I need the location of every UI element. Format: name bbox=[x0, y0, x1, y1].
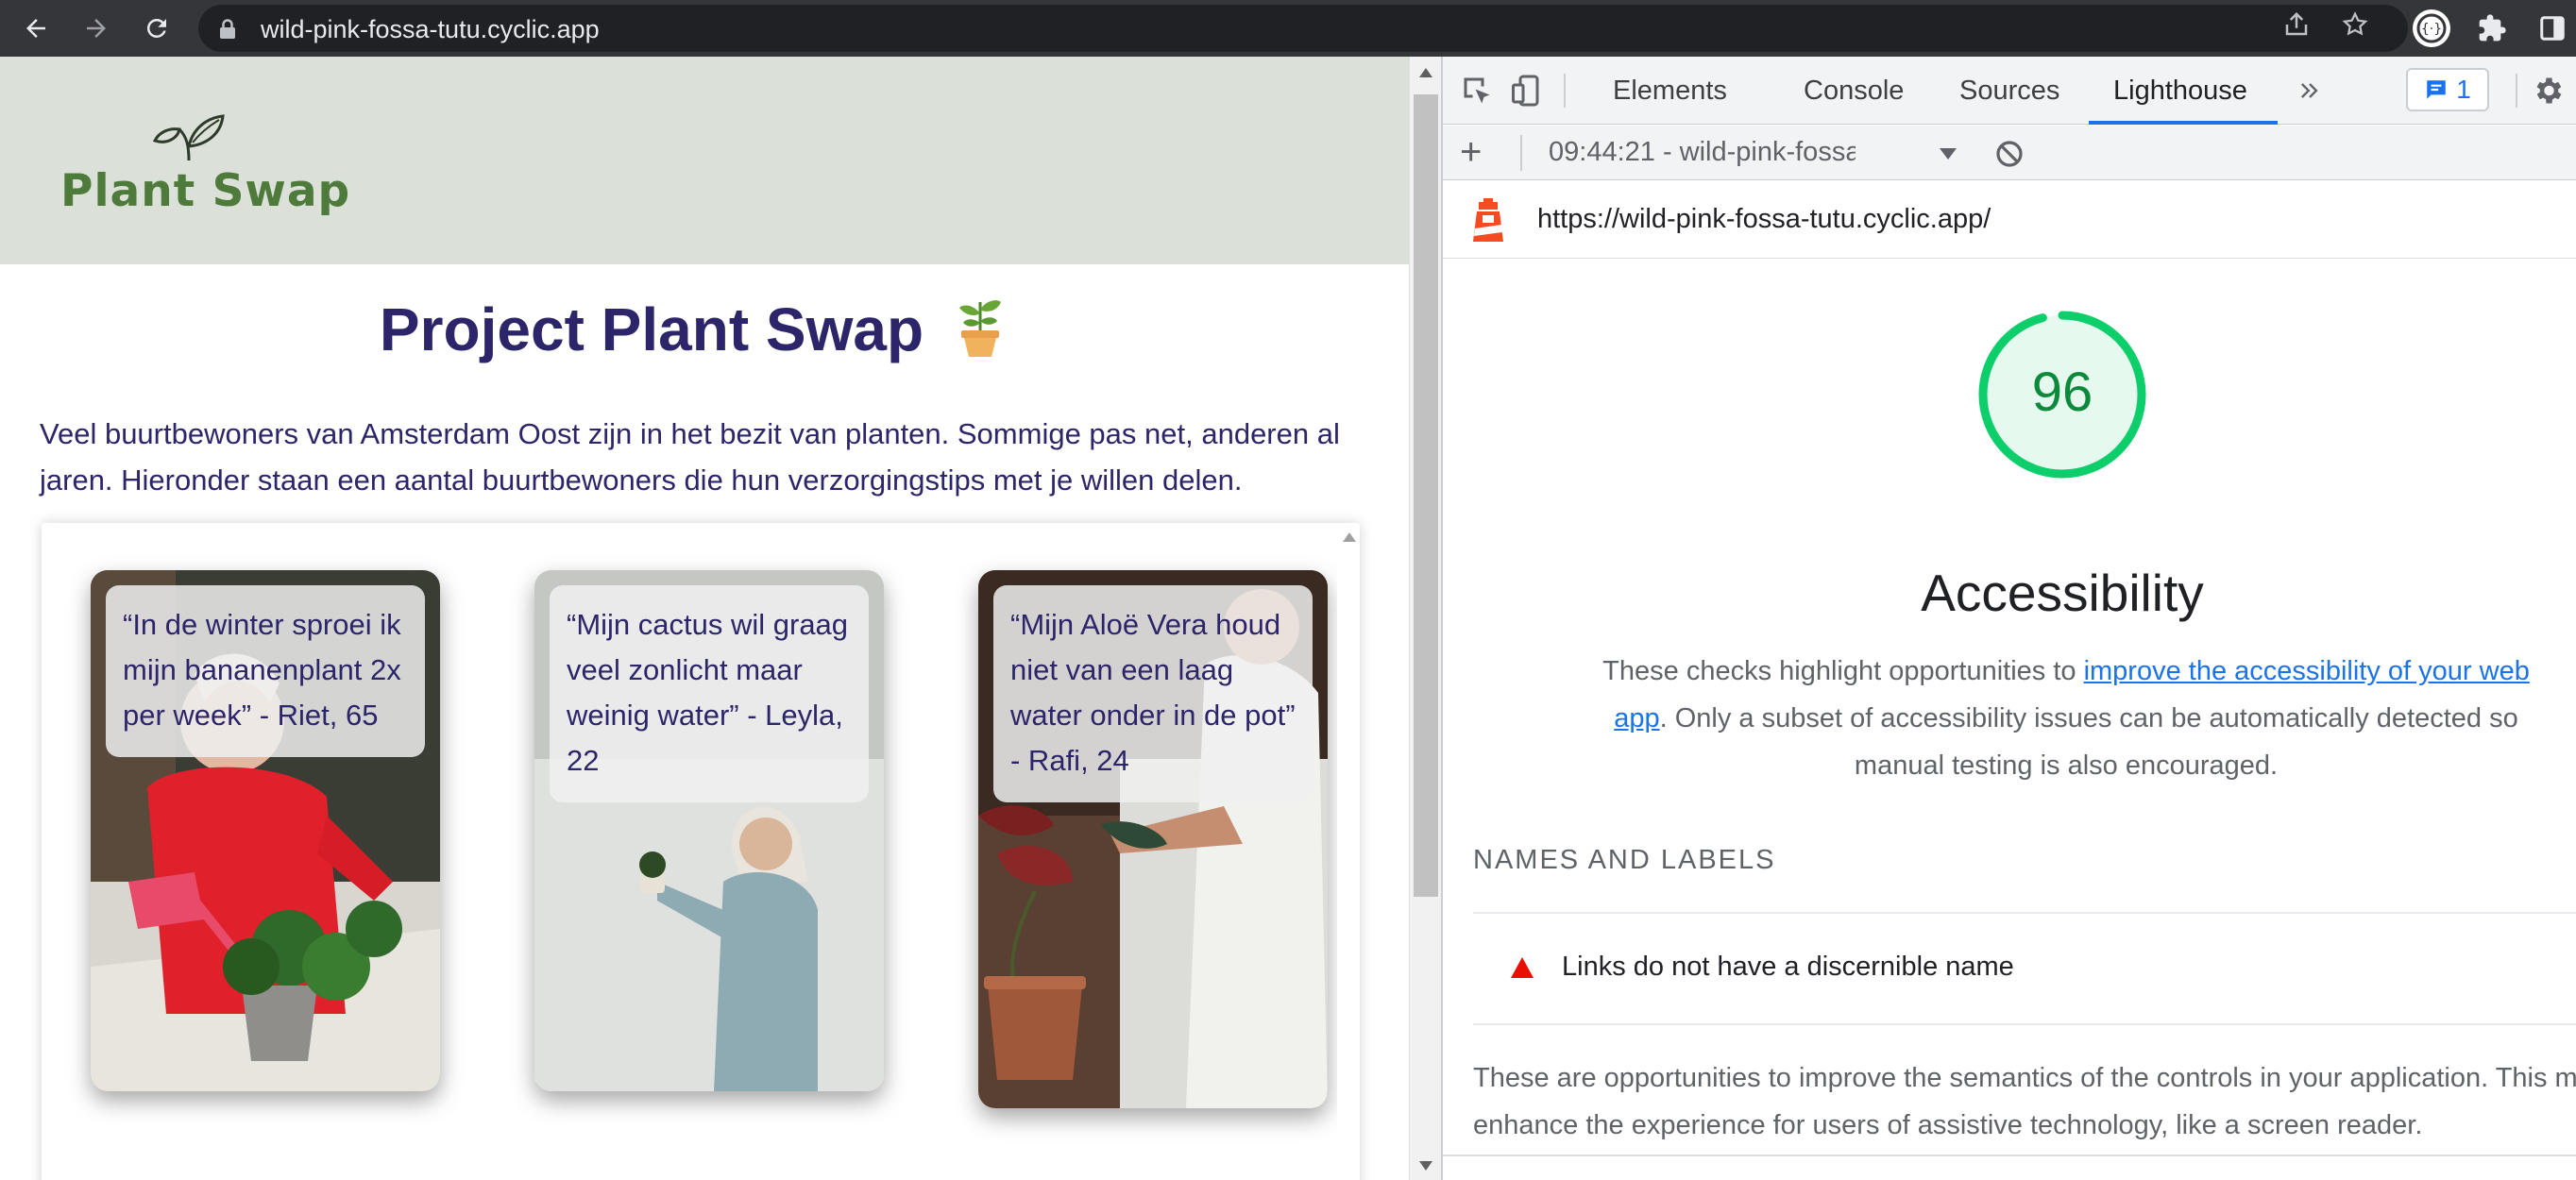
devtools-tab-bar: Elements Console Sources Lighthouse 1 bbox=[1443, 57, 2576, 125]
group-description-line: enhance the experience for users of assi… bbox=[1473, 1110, 2423, 1140]
side-panel-icon[interactable] bbox=[2531, 7, 2574, 50]
issues-counter-button[interactable]: 1 bbox=[2406, 68, 2489, 111]
scroll-up-arrow-icon[interactable] bbox=[1343, 532, 1356, 542]
testimonial-card[interactable]: “Mijn Aloë Vera houd niet van een laag w… bbox=[978, 570, 1328, 1108]
report-selector[interactable]: 09:44:21 - wild-pink-fossa-tutu.cyclic.a… bbox=[1549, 137, 1856, 168]
category-description: These checks highlight opportunities to … bbox=[1575, 648, 2557, 789]
bookmark-star-icon[interactable] bbox=[2338, 8, 2372, 42]
lighthouse-url-bar: https://wild-pink-fossa-tutu.cyclic.app/ bbox=[1443, 181, 2576, 259]
cards-carousel[interactable]: “In de winter sproei ik mijn bananenplan… bbox=[42, 523, 1360, 1180]
report-url[interactable]: https://wild-pink-fossa-tutu.cyclic.app/ bbox=[1537, 204, 1991, 235]
lighthouse-toolbar: + 09:44:21 - wild-pink-fossa-tutu.cyclic… bbox=[1443, 126, 2576, 180]
testimonial-card[interactable]: “In de winter sproei ik mijn bananenplan… bbox=[91, 570, 440, 1091]
next-section-edge bbox=[1443, 1155, 2576, 1180]
devtools-panel: Elements Console Sources Lighthouse 1 + … bbox=[1441, 57, 2576, 1180]
new-report-plus-icon[interactable]: + bbox=[1460, 131, 1482, 173]
chevron-down-icon[interactable] bbox=[1940, 148, 1957, 160]
tab-console[interactable]: Console bbox=[1804, 76, 1904, 107]
active-tab-indicator bbox=[2089, 121, 2278, 125]
intro-paragraph: Veel buurtbewoners van Amsterdam Oost zi… bbox=[40, 417, 1340, 497]
message-icon bbox=[2427, 80, 2446, 99]
failed-audit-row[interactable]: Links do not have a discernible name bbox=[1473, 916, 2576, 1023]
audit-title[interactable]: Links do not have a discernible name bbox=[1562, 952, 2014, 983]
settings-gear-icon[interactable] bbox=[2529, 72, 2567, 110]
back-arrow-icon bbox=[26, 19, 45, 38]
inspect-element-icon[interactable] bbox=[1458, 72, 1496, 110]
clear-block-icon[interactable] bbox=[1994, 139, 2025, 169]
leaves-icon bbox=[152, 114, 225, 161]
profile-avatar-icon[interactable]: {·} bbox=[2410, 7, 2453, 50]
category-title: Accessibility bbox=[1921, 564, 2204, 622]
forward-button[interactable] bbox=[76, 8, 117, 49]
audit-group-description: These are opportunities to improve the s… bbox=[1473, 1054, 2576, 1149]
page-title: Project Plant Swap bbox=[379, 295, 924, 363]
more-tabs-chevron-icon[interactable] bbox=[2291, 72, 2329, 110]
device-toolbar-icon[interactable] bbox=[1507, 72, 1545, 110]
tab-elements[interactable]: Elements bbox=[1613, 76, 1727, 107]
divider bbox=[1473, 912, 2576, 914]
page-scrollbar[interactable] bbox=[1409, 57, 1441, 1180]
reload-icon bbox=[146, 18, 166, 38]
logo-text: Plant Swap bbox=[60, 165, 351, 217]
address-url[interactable]: wild-pink-fossa-tutu.cyclic.app bbox=[261, 15, 600, 44]
lighthouse-logo-icon bbox=[1473, 198, 1503, 242]
toolbar-separator bbox=[1520, 135, 1522, 171]
lock-icon bbox=[220, 19, 235, 39]
svg-text:{·}: {·} bbox=[2421, 22, 2442, 37]
scroll-down-arrow-icon[interactable] bbox=[1419, 1161, 1432, 1171]
quote-text: “Mijn cactus wil graag veel zonlicht maa… bbox=[550, 585, 869, 802]
description-text: These checks highlight opportunities to bbox=[1602, 656, 2084, 686]
site-logo[interactable]: Plant Swap bbox=[57, 109, 349, 222]
tab-sources[interactable]: Sources bbox=[1959, 76, 2059, 107]
testimonial-card[interactable]: “Mijn cactus wil graag veel zonlicht maa… bbox=[534, 570, 884, 1091]
scroll-up-arrow-icon[interactable] bbox=[1419, 68, 1432, 77]
fail-triangle-icon bbox=[1511, 957, 1534, 978]
divider bbox=[1473, 1023, 2576, 1025]
quote-text: “Mijn Aloë Vera houd niet van een laag w… bbox=[993, 585, 1313, 802]
tab-lighthouse[interactable]: Lighthouse bbox=[2113, 76, 2247, 107]
reload-button[interactable] bbox=[136, 8, 178, 49]
scrollbar-thumb[interactable] bbox=[1414, 94, 1438, 897]
share-icon[interactable] bbox=[2279, 8, 2313, 42]
toolbar-separator bbox=[1564, 74, 1566, 108]
back-button[interactable] bbox=[15, 8, 57, 49]
web-page: Plant Swap Project Plant Swap Veel buurt… bbox=[0, 57, 1409, 1180]
quote-text: “In de winter sproei ik mijn bananenplan… bbox=[106, 585, 425, 757]
extensions-puzzle-icon[interactable] bbox=[2470, 7, 2514, 50]
browser-toolbar: wild-pink-fossa-tutu.cyclic.app {·} bbox=[0, 0, 2576, 57]
potted-plant-icon bbox=[959, 300, 1001, 357]
audit-group-title: NAMES AND LABELS bbox=[1473, 845, 1776, 875]
issues-count: 1 bbox=[2456, 75, 2471, 104]
carousel-scrollbar[interactable] bbox=[1337, 523, 1360, 1180]
score-value: 96 bbox=[2031, 362, 2093, 423]
group-description-line: These are opportunities to improve the s… bbox=[1473, 1063, 2576, 1093]
description-text: . Only a subset of accessibility issues … bbox=[1659, 703, 2518, 781]
address-bar[interactable]: wild-pink-fossa-tutu.cyclic.app bbox=[198, 5, 2408, 52]
toolbar-separator bbox=[2516, 74, 2517, 108]
forward-arrow-icon bbox=[87, 19, 106, 38]
site-header: Plant Swap bbox=[0, 57, 1409, 264]
